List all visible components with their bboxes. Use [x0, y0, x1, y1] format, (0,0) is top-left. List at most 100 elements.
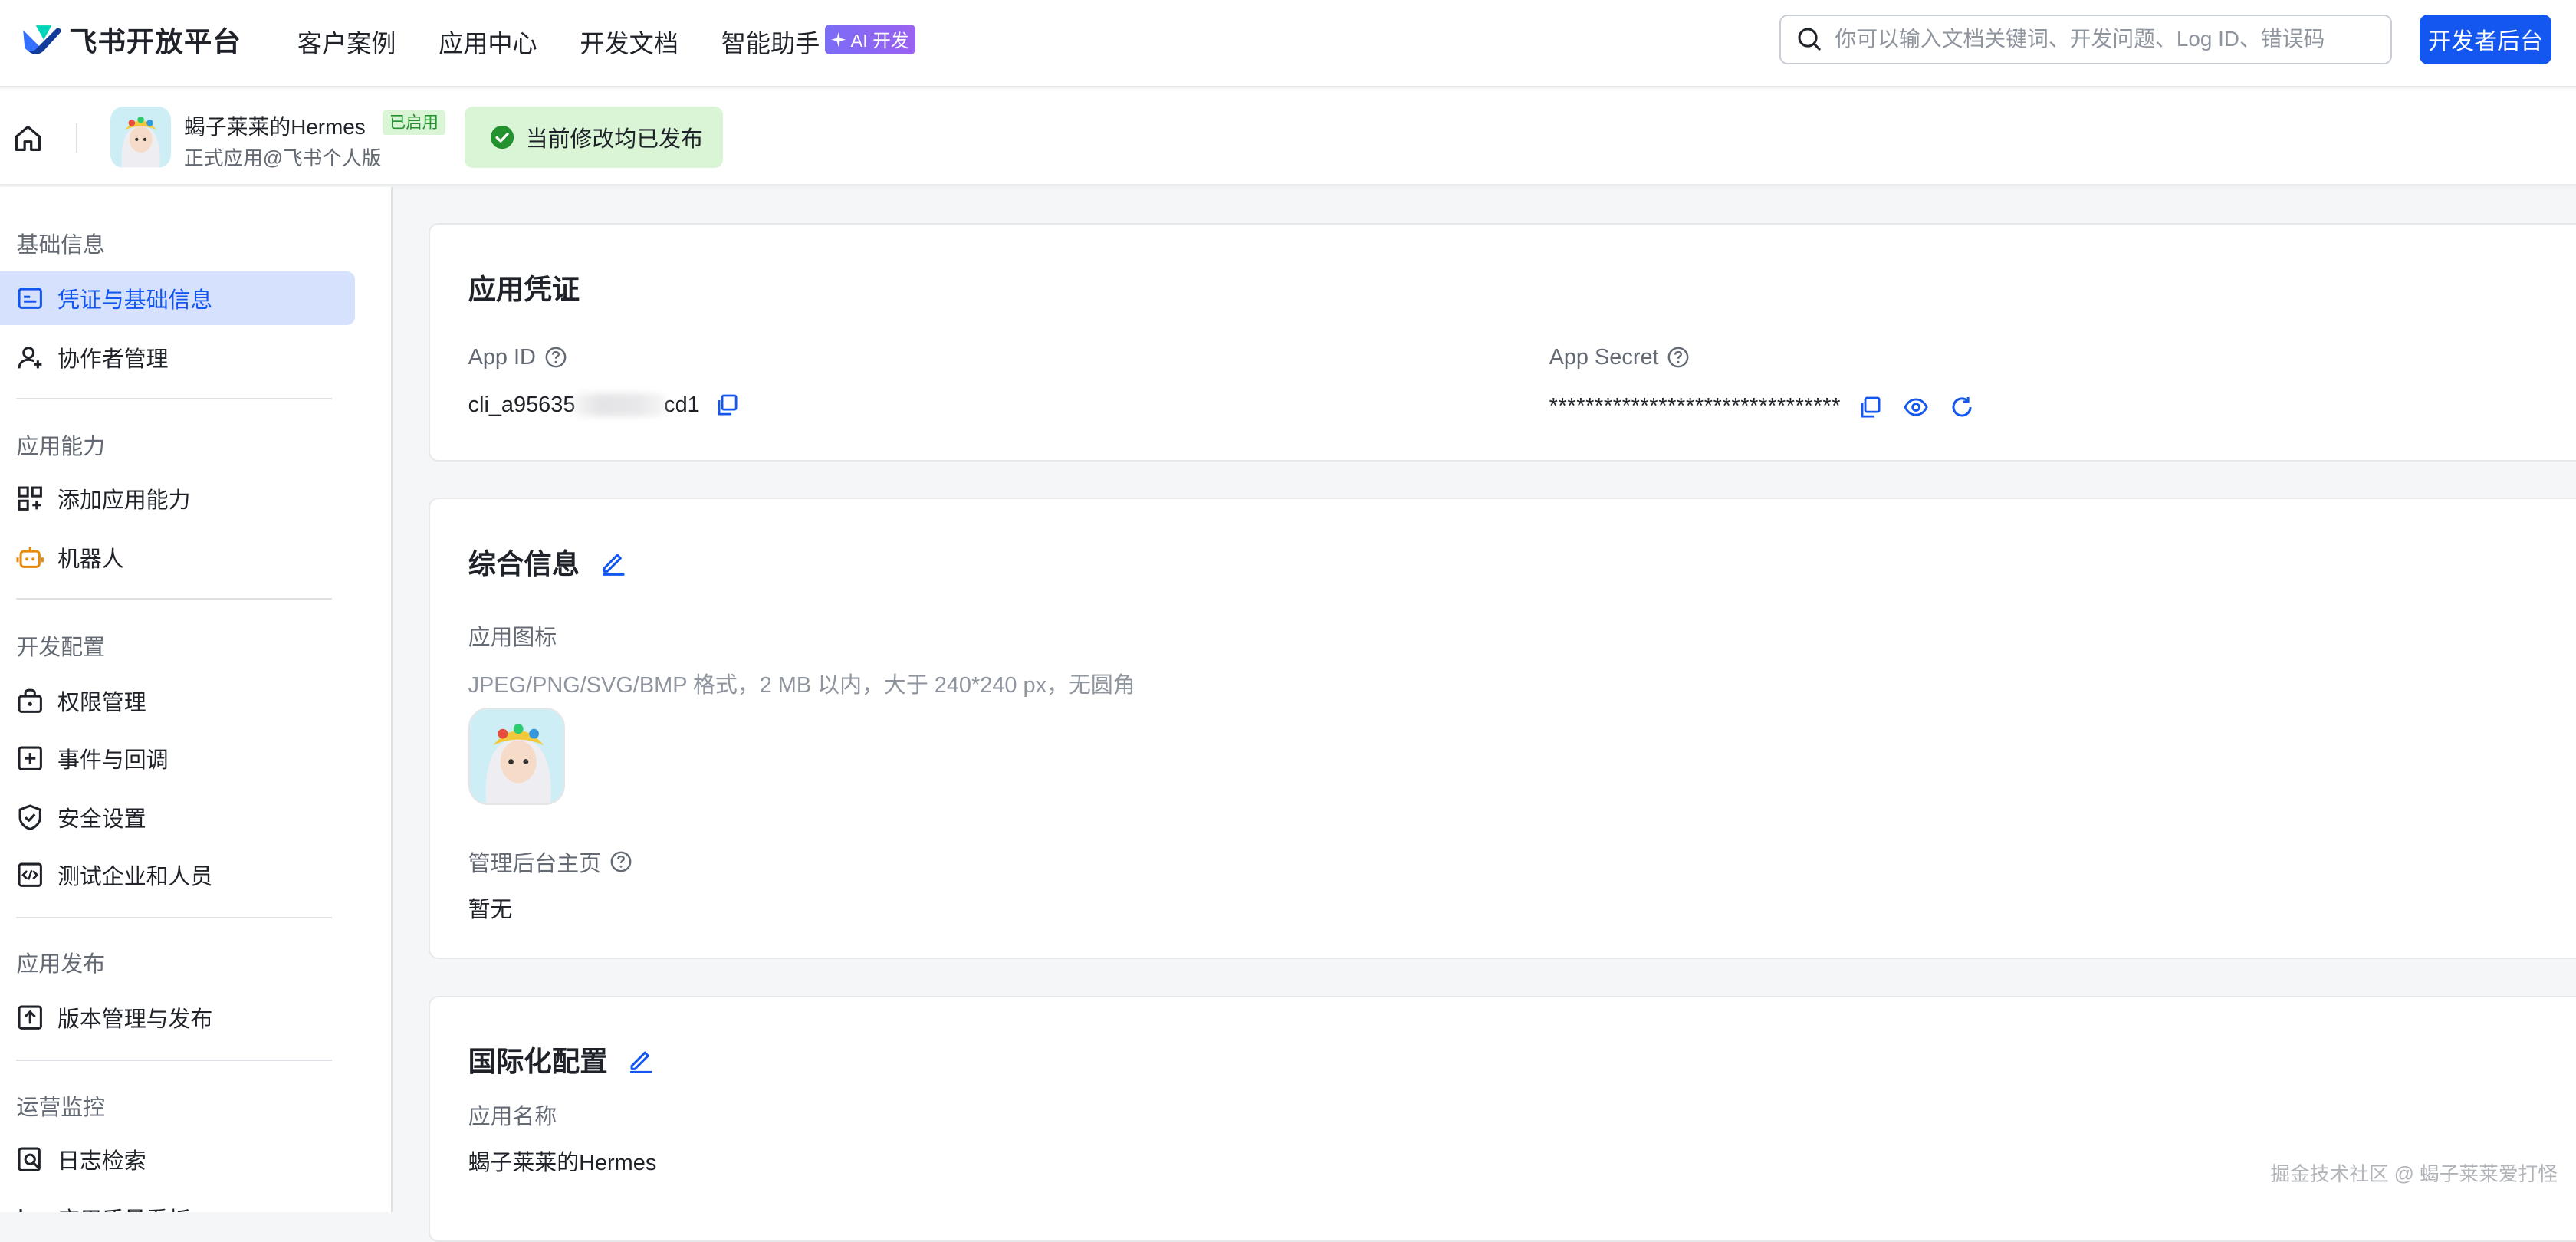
sidebar-section-title: 开发配置 — [16, 635, 106, 660]
sidebar-item-events[interactable]: 事件与回调 — [0, 731, 355, 786]
developer-console-button[interactable]: 开发者后台 — [2420, 15, 2551, 64]
app-id-label-text: App ID — [468, 344, 536, 370]
search-input[interactable] — [1835, 27, 2390, 52]
sidebar-divider — [16, 1060, 332, 1062]
app-id-value: cli_a95635 cd1 — [468, 393, 740, 418]
i18n-title: 国际化配置 — [468, 1046, 608, 1078]
sidebar-item-versions[interactable]: 版本管理与发布 — [0, 991, 355, 1045]
app-secret-masked: ******************************** — [1549, 394, 1842, 419]
nav-dev-docs[interactable]: 开发文档 — [580, 25, 678, 60]
home-icon[interactable] — [12, 122, 44, 155]
sidebar-item-quality[interactable]: 应用质量看板 — [0, 1191, 355, 1213]
app-id-suffix: cd1 — [664, 392, 700, 417]
app-id-prefix: cli_a95635 — [468, 392, 576, 417]
app-subtitle: 正式应用@飞书个人版 — [184, 148, 382, 170]
feishu-logo-icon — [22, 25, 61, 54]
sidebar-item-collaborators[interactable]: 协作者管理 — [0, 330, 355, 385]
copy-icon[interactable] — [715, 393, 739, 417]
chart-icon — [19, 1208, 23, 1213]
redaction-mask — [572, 393, 668, 417]
sidebar-item-credentials[interactable]: 凭证与基础信息 — [0, 271, 355, 326]
credentials-card: 应用凭证 App ID cli_a95635 cd1 App Secret **… — [429, 223, 2576, 462]
nav-customer-cases[interactable]: 客户案例 — [297, 25, 396, 60]
sidebar-item-security[interactable]: 安全设置 — [0, 790, 355, 845]
eye-icon[interactable] — [1903, 395, 1928, 419]
event-icon — [18, 746, 43, 770]
search-icon — [1798, 28, 1821, 51]
permission-icon — [18, 688, 43, 713]
credentials-title: 应用凭证 — [468, 274, 580, 306]
copy-icon[interactable] — [1858, 395, 1882, 419]
logo-text: 飞书开放平台 — [68, 25, 242, 58]
general-title: 综合信息 — [468, 547, 580, 580]
refresh-icon[interactable] — [1950, 395, 1974, 419]
sidebar-divider — [16, 397, 332, 399]
feishu-logo[interactable]: 飞书开放平台 — [18, 20, 242, 60]
upload-icon — [18, 1005, 43, 1030]
publish-notice-text: 当前修改均已发布 — [525, 127, 703, 152]
ai-badge-label: AI 开发 — [850, 31, 909, 51]
sidebar-item-test-org[interactable]: 测试企业和人员 — [0, 848, 355, 902]
sidebar-item-label: 协作者管理 — [57, 347, 169, 373]
sidebar-item-permissions[interactable]: 权限管理 — [0, 674, 355, 728]
credential-icon — [18, 288, 43, 309]
sparkle-icon — [830, 31, 846, 48]
sidebar: 基础信息 凭证与基础信息 协作者管理 应用能力 添加应用能力 机器人 开发配置 … — [0, 187, 393, 1213]
sidebar-item-label: 机器人 — [57, 547, 124, 573]
log-search-icon — [18, 1147, 41, 1171]
code-icon — [18, 863, 43, 887]
user-add-icon — [18, 346, 42, 369]
app-name-value: 蝎子莱莱的Hermes — [468, 1151, 657, 1176]
help-icon[interactable] — [544, 346, 567, 369]
sidebar-item-label: 日志检索 — [57, 1148, 146, 1174]
app-secret-label: App Secret — [1549, 345, 1691, 370]
app-avatar — [110, 107, 171, 168]
sidebar-item-label: 安全设置 — [57, 807, 146, 833]
nav-ai-assistant[interactable]: 智能助手 — [721, 25, 820, 60]
check-circle-icon — [490, 125, 514, 149]
sidebar-item-label: 测试企业和人员 — [57, 865, 213, 890]
divider — [75, 123, 77, 153]
sidebar-section-title: 基础信息 — [16, 232, 106, 258]
app-name: 蝎子莱莱的Hermes — [184, 114, 366, 139]
sidebar-item-log-search[interactable]: 日志检索 — [0, 1132, 355, 1186]
help-icon[interactable] — [610, 850, 632, 873]
sidebar-section-title: 运营监控 — [16, 1095, 106, 1120]
sidebar-item-label: 版本管理与发布 — [57, 1007, 213, 1033]
i18n-card: 国际化配置 应用名称 蝎子莱莱的Hermes — [429, 995, 2576, 1242]
app-header: 蝎子莱莱的Hermes 已启用 正式应用@飞书个人版 当前修改均已发布 — [0, 88, 2576, 186]
sidebar-item-label: 权限管理 — [57, 690, 146, 715]
sidebar-section-title: 应用能力 — [16, 435, 106, 460]
sidebar-divider — [16, 916, 332, 918]
status-badge: 已启用 — [383, 110, 445, 135]
sidebar-item-label: 事件与回调 — [57, 748, 169, 773]
shield-icon — [18, 804, 42, 830]
search-box[interactable] — [1779, 15, 2392, 64]
i18n-title-row: 国际化配置 — [468, 1040, 656, 1079]
sidebar-divider — [16, 597, 332, 600]
robot-icon — [16, 547, 44, 569]
sidebar-item-robot[interactable]: 机器人 — [0, 531, 355, 585]
sidebar-section-title: 应用发布 — [16, 952, 106, 978]
app-secret-label-text: App Secret — [1549, 344, 1659, 370]
publish-notice: 当前修改均已发布 — [465, 107, 723, 168]
app-name-label: 应用名称 — [468, 1105, 557, 1130]
app-icon-label: 应用图标 — [468, 625, 557, 650]
watermark: 掘金技术社区 @ 蝎子莱莱爱打怪 — [2270, 1163, 2558, 1185]
app-icon-image[interactable] — [468, 708, 565, 805]
help-icon[interactable] — [1667, 346, 1690, 369]
app-secret-value: ******************************** — [1549, 394, 1974, 419]
app-icon-hint: JPEG/PNG/SVG/BMP 格式，2 MB 以内，大于 240*240 p… — [468, 672, 1135, 698]
edit-icon[interactable] — [600, 548, 627, 576]
general-title-row: 综合信息 — [468, 542, 628, 582]
edit-icon[interactable] — [627, 1046, 655, 1073]
admin-home-label: 管理后台主页 — [468, 846, 632, 878]
nav-app-center[interactable]: 应用中心 — [439, 25, 537, 60]
sidebar-item-label: 凭证与基础信息 — [57, 288, 213, 313]
admin-home-label-text: 管理后台主页 — [468, 852, 602, 877]
sidebar-item-label: 添加应用能力 — [57, 488, 191, 514]
ai-dev-badge[interactable]: AI 开发 — [824, 25, 915, 54]
sidebar-item-add-capability[interactable]: 添加应用能力 — [0, 472, 355, 526]
apps-add-icon — [18, 486, 43, 511]
top-navbar: 飞书开放平台 客户案例 应用中心 开发文档 智能助手 AI 开发 开发者后台 — [0, 0, 2576, 87]
